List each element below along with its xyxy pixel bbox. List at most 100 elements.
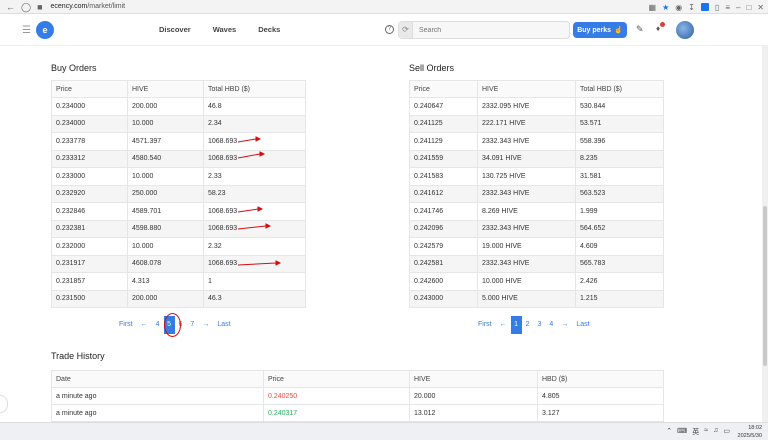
thumbs-up-icon: ☝ [614,27,623,34]
minimize-icon[interactable]: – [736,3,740,12]
cell-hive: 200.000 [127,289,204,308]
page-4[interactable]: 4 [545,316,557,334]
taskbar-clock[interactable]: 18:02 2025/5/30 [738,424,762,440]
table-row[interactable]: 0.242581 2332.343 HIVE 565.783 [409,254,664,273]
nav-waves[interactable]: Waves [213,25,237,34]
cell-price: 0.240647 [409,97,478,116]
cell-price: 0.231500 [51,289,128,308]
cell-total: 530.844 [575,97,664,116]
notification-badge [660,22,665,27]
ime-indicator[interactable]: 英 [692,427,699,437]
buy-perks-button[interactable]: Buy perks ☝ [573,22,627,38]
cell-price: 0.233778 [51,132,128,151]
table-row[interactable]: 0.241559 34.091 HIVE 8.235 [409,149,664,168]
cell-hive: 222.171 HIVE [477,114,576,133]
cell-price: 0.242579 [409,237,478,256]
cell-total: 564.652 [575,219,664,238]
table-row[interactable]: 0.231500 200.000 46.3 [51,289,306,308]
download-icon[interactable]: ↧ [688,3,695,12]
table-row[interactable]: 0.234000 200.000 46.8 [51,97,306,116]
arrow-right-icon[interactable]: → [557,316,572,334]
arrow-left-icon[interactable]: ← [137,316,152,334]
cell-date: a minute ago [51,387,264,405]
arrow-left-icon[interactable]: ← [496,316,511,334]
ecency-logo[interactable]: e [36,21,54,39]
table-row[interactable]: 0.242600 10.000 HIVE 2.426 [409,272,664,291]
shield-icon: ◯ [21,1,32,12]
nav-decks[interactable]: Decks [258,25,280,34]
cell-hive: 130.725 HIVE [477,167,576,186]
side-drawer-handle[interactable] [0,395,8,413]
cell-hbd: 3.127 [537,404,664,422]
page-2[interactable]: 2 [522,316,534,334]
chevron-up-icon[interactable]: ⌃ [666,427,672,437]
help-icon[interactable]: ? [385,25,394,34]
cell-hive: 4589.701 [127,202,204,221]
star-icon[interactable]: ★ [662,3,669,12]
table-row[interactable]: 0.241125 222.171 HIVE 53.571 [409,114,664,133]
table-row[interactable]: 0.241612 2332.343 HIVE 563.523 [409,184,664,203]
avatar[interactable] [676,21,694,39]
cell-total: 46.8 [203,97,306,116]
table-row[interactable]: 0.241583 130.725 HIVE 31.581 [409,167,664,186]
lock-icon: ■ [37,1,43,12]
table-row[interactable]: a minute ago 0.240250 20.000 4.805 [51,387,664,405]
cell-price: 0.241583 [409,167,478,186]
cell-hive: 4571.397 [127,132,204,151]
cell-price: 0.241612 [409,184,478,203]
table-row[interactable]: 0.241129 2332.343 HIVE 558.396 [409,132,664,151]
grid-icon[interactable]: ▦ [649,3,657,12]
maximize-icon[interactable]: □ [746,3,751,12]
address-bar[interactable]: ecency.com/market/limit [51,3,126,10]
clock-time: 18:02 [748,425,762,431]
cell-hive: 8.269 HIVE [477,202,576,221]
back-icon[interactable]: ← [6,0,15,14]
table-row[interactable]: 0.243000 5.000 HIVE 1.215 [409,289,664,308]
pocket-icon[interactable]: ◉ [675,3,682,12]
cell-price: 0.233312 [51,149,128,168]
volume-icon[interactable]: ♫ [713,427,718,437]
table-row[interactable]: 0.240647 2332.095 HIVE 530.844 [409,97,664,116]
menu-icon[interactable]: ≡ [725,3,730,12]
table-row[interactable]: 0.231857 4.313 1 [51,272,306,291]
col-hive: HIVE [477,80,576,98]
battery-icon[interactable]: ▭ [723,427,730,437]
os-taskbar: ⌃ ⌨ 英 ≈ ♫ ▭ 18:02 2025/5/30 [0,422,768,440]
nav-discover[interactable]: Discover [159,25,191,34]
page-1-active[interactable]: 1 [510,316,522,334]
extension-icon[interactable] [700,3,709,11]
page-last[interactable]: Last [572,316,593,334]
clock-date: 2025/5/30 [737,433,762,439]
page-4[interactable]: 4 [152,316,164,334]
search-input[interactable] [413,26,563,34]
page-first[interactable]: First [474,316,496,334]
arrow-right-icon[interactable]: → [198,316,213,334]
col-hive: HIVE [127,80,204,98]
page-7[interactable]: 7 [186,316,198,334]
cell-price: 0.241746 [409,202,478,221]
cell-total: 8.235 [575,149,664,168]
scroll-thumb[interactable] [763,206,767,366]
page-first[interactable]: First [115,316,137,334]
cell-hive: 2332.343 HIVE [477,132,576,151]
browser-toolbar: ← ◯ ■ ecency.com/market/limit ▦ ★ ◉ ↧ ▯ … [0,0,768,14]
page-3[interactable]: 3 [534,316,546,334]
cell-price: 0.242600 [409,272,478,291]
col-total-hbd: Total HBD ($) [575,80,664,98]
hamburger-icon[interactable]: ☰ [22,25,31,36]
cell-hive: 13.012 [409,404,538,422]
table-row[interactable]: 0.242579 19.000 HIVE 4.609 [409,237,664,256]
refresh-icon[interactable]: ⟳ [399,22,413,38]
table-row[interactable]: a minute ago 0.240317 13.012 3.127 [51,404,664,422]
table-row[interactable]: 0.242096 2332.343 HIVE 564.652 [409,219,664,238]
table-row[interactable]: 0.241746 8.269 HIVE 1.999 [409,202,664,221]
pencil-icon[interactable]: ✎ [636,24,644,35]
cell-hive: 5.000 HIVE [477,289,576,308]
wifi-icon[interactable]: ≈ [704,427,708,437]
top-nav: Discover Waves Decks [159,25,280,34]
keyboard-icon[interactable]: ⌨ [677,427,687,437]
page-scrollbar[interactable] [762,46,768,422]
puzzle-icon[interactable]: ▯ [715,3,719,12]
close-icon[interactable]: ✕ [757,3,764,12]
page-last[interactable]: Last [213,316,234,334]
